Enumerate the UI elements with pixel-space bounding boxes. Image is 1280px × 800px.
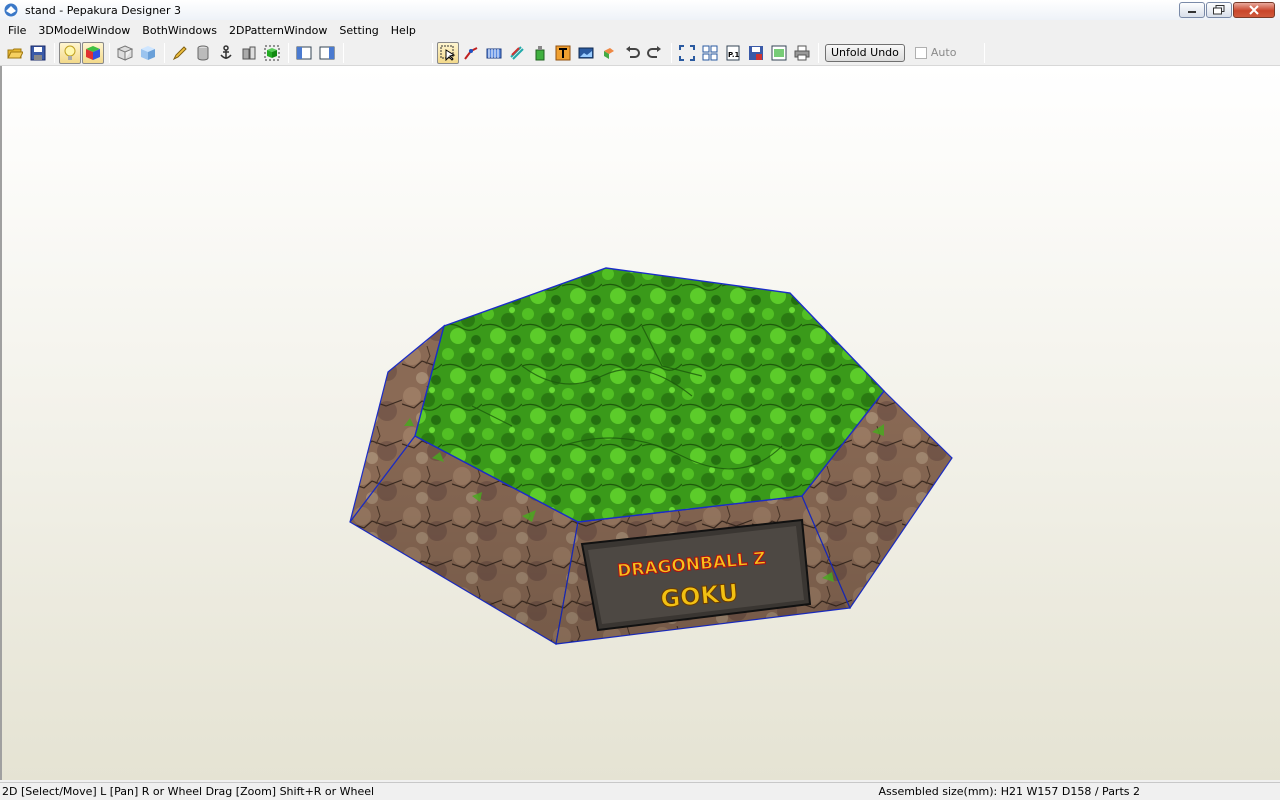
green-cube-select-icon: [264, 45, 280, 60]
wire-cube-button[interactable]: [114, 42, 136, 64]
save-pattern-icon: [749, 45, 763, 60]
arrange-parts-icon: [702, 45, 718, 60]
save-button[interactable]: [27, 42, 49, 64]
piece-icon: [604, 47, 614, 59]
fold-line-button[interactable]: [506, 42, 528, 64]
close-button[interactable]: [1233, 2, 1275, 18]
anchor-icon: [220, 44, 232, 59]
toolbar-separator: [984, 42, 986, 63]
toolbar-separator: [109, 42, 110, 63]
page-p1-icon: P.1: [726, 45, 740, 60]
print-button[interactable]: [791, 42, 813, 64]
text-tool-icon: [555, 45, 571, 60]
toolbar-separator: [164, 42, 165, 63]
light-button[interactable]: [59, 41, 81, 64]
toolbar: P.1 Unfold Undo Auto: [0, 40, 1280, 66]
status-bar: 2D [Select/Move] L [Pan] R or Wheel Drag…: [0, 782, 1280, 800]
flatten-icon: [242, 46, 256, 59]
join-edge-button[interactable]: [460, 42, 482, 64]
title-bar: stand - Pepakura Designer 3: [0, 0, 1280, 20]
lightbulb-icon: [64, 45, 76, 60]
anchor-button[interactable]: [215, 42, 237, 64]
toolbar-separator: [54, 42, 55, 63]
shaded-cube-button[interactable]: [137, 42, 159, 64]
auto-checkbox[interactable]: [914, 46, 927, 59]
minimize-icon: [1188, 11, 1196, 13]
redo-button[interactable]: [644, 42, 666, 64]
export-image-icon: [771, 45, 787, 60]
part-select-button[interactable]: [261, 42, 283, 64]
close-icon: [1249, 5, 1259, 15]
toolbar-separator: [288, 42, 289, 63]
hexagon-stand-model[interactable]: DRAGONBALL Z GOKU: [2, 66, 1280, 780]
pencil-icon: [172, 45, 187, 60]
edit-button[interactable]: [169, 42, 191, 64]
toolbar-separator: [432, 42, 433, 63]
image-icon: [578, 47, 594, 58]
color-cube-icon: [86, 45, 100, 60]
auto-checkbox-wrap[interactable]: Auto: [914, 46, 957, 59]
save-icon: [30, 45, 46, 60]
menu-file[interactable]: File: [2, 24, 32, 37]
text-button[interactable]: [552, 42, 574, 64]
window-title: stand - Pepakura Designer 3: [25, 3, 181, 17]
3d-model-viewport[interactable]: DRAGONBALL Z GOKU: [0, 66, 1280, 780]
open-button[interactable]: [4, 42, 26, 64]
open-folder-icon: [7, 48, 23, 58]
pepakura-app-icon: [4, 3, 18, 17]
status-assembled-size: Assembled size(mm): H21 W157 D158 / Part…: [878, 785, 1140, 798]
cylinder-icon: [197, 45, 209, 60]
window-controls: [1178, 2, 1275, 18]
layout-right-button[interactable]: [316, 42, 338, 64]
fold-lines-icon: [510, 45, 524, 60]
window-right-icon: [319, 46, 335, 59]
auto-label: Auto: [930, 46, 957, 59]
redo-icon: [647, 45, 661, 58]
layout-left-button[interactable]: [293, 42, 315, 64]
texture-button[interactable]: [82, 41, 104, 64]
cylinder-button[interactable]: [192, 42, 214, 64]
toolbar-separator: [343, 42, 344, 63]
cursor-select-icon: [440, 45, 456, 61]
menu-setting[interactable]: Setting: [333, 24, 384, 37]
flatten-button[interactable]: [238, 42, 260, 64]
glue-button[interactable]: [529, 42, 551, 64]
undo-icon: [626, 45, 640, 58]
menu-bothwindows[interactable]: BothWindows: [136, 24, 223, 37]
arrange-button[interactable]: [699, 42, 721, 64]
wire-cube-icon: [117, 44, 133, 61]
restore-button[interactable]: [1206, 2, 1232, 18]
toolbar-separator: [671, 42, 672, 63]
image-button[interactable]: [575, 42, 597, 64]
printer-icon: [794, 45, 810, 60]
zoom-fit-icon: [679, 44, 695, 61]
undo-button[interactable]: [621, 42, 643, 64]
status-hint: 2D [Select/Move] L [Pan] R or Wheel Drag…: [2, 785, 375, 798]
page-button[interactable]: P.1: [722, 42, 744, 64]
menu-3dmodelwindow[interactable]: 3DModelWindow: [32, 24, 136, 37]
svg-text:P.1: P.1: [728, 51, 740, 59]
join-edge-icon: [464, 46, 478, 60]
unfold-undo-button[interactable]: Unfold Undo: [825, 43, 905, 62]
restore-icon: [1213, 5, 1225, 15]
menu-help[interactable]: Help: [385, 24, 422, 37]
glue-bottle-icon: [535, 45, 545, 60]
window-left-icon: [296, 46, 312, 59]
minimize-button[interactable]: [1179, 2, 1205, 18]
menu-2dpatternwindow[interactable]: 2DPatternWindow: [223, 24, 333, 37]
menu-bar: File 3DModelWindow BothWindows 2DPattern…: [0, 20, 1280, 40]
shaded-cube-icon: [141, 45, 155, 60]
toolbar-separator: [818, 42, 819, 63]
zoom-fit-button[interactable]: [676, 42, 698, 64]
select-move-button[interactable]: [437, 41, 459, 64]
flap-button[interactable]: [483, 42, 505, 64]
piece-button[interactable]: [598, 42, 620, 64]
flap-icon: [486, 48, 502, 58]
save-pattern-button[interactable]: [745, 42, 767, 64]
export-button[interactable]: [768, 42, 790, 64]
